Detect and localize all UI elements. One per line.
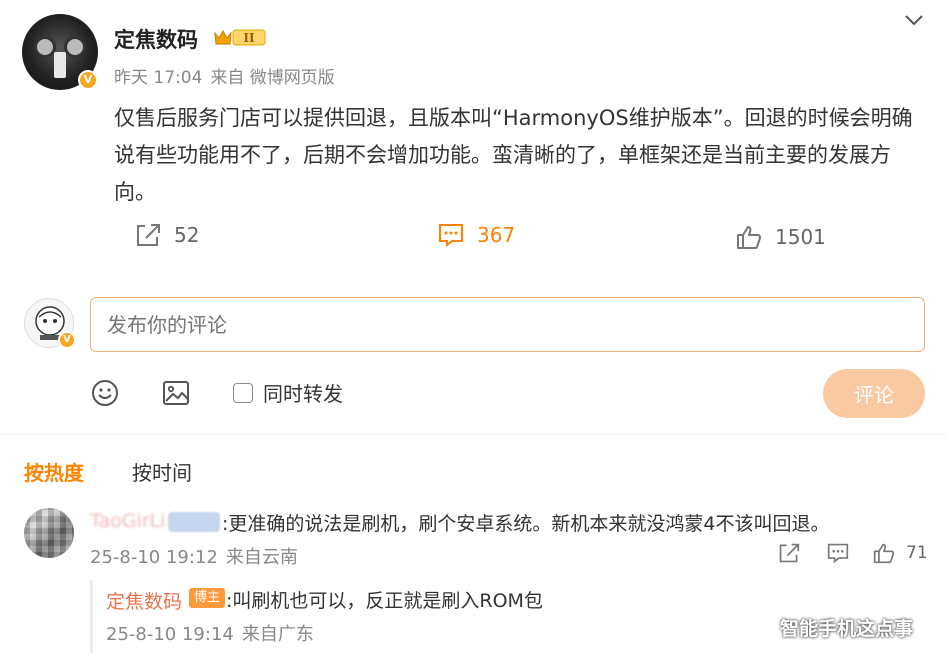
comment-like-button[interactable]: 71 — [872, 542, 928, 564]
comment-share-icon[interactable] — [777, 542, 801, 564]
verified-badge: V — [78, 70, 98, 90]
like-count: 1501 — [775, 225, 826, 249]
repost-checkbox[interactable] — [233, 382, 253, 403]
submit-comment-button[interactable]: 评论 — [823, 369, 925, 418]
comment-button[interactable]: 367 — [437, 222, 515, 248]
comment-like-count: 71 — [906, 543, 928, 563]
rank-badge-label: II — [243, 31, 255, 45]
repost-label: 同时转发 — [263, 382, 343, 406]
comment-date: 25-8-10 19:12 — [90, 547, 218, 568]
reply-date: 25-8-10 19:14 — [106, 624, 234, 645]
comment-location: 来自云南 — [225, 547, 298, 568]
commenter-badge — [168, 512, 220, 532]
divider — [0, 434, 946, 435]
share-icon — [137, 224, 160, 246]
author-name[interactable]: 定焦数码 — [114, 24, 198, 54]
comment-icon — [439, 224, 463, 248]
comment-meta: 25-8-10 19:12 来自云南 — [90, 543, 298, 569]
image-icon[interactable] — [161, 378, 191, 408]
post-meta: 昨天 17:04 来自 微博网页版 — [114, 63, 335, 88]
repost-count: 52 — [174, 223, 200, 247]
comment-reply-icon[interactable] — [826, 542, 850, 564]
post-source: 来自 微博网页版 — [210, 68, 335, 88]
like-icon — [737, 226, 761, 249]
chevron-down-icon[interactable] — [903, 12, 925, 28]
like-button[interactable]: 1501 — [735, 224, 826, 250]
tab-sort-hot[interactable]: 按热度 — [24, 457, 84, 486]
post-time[interactable]: 昨天 17:04 — [114, 68, 202, 88]
comment-count: 367 — [477, 223, 516, 247]
repost-toggle[interactable]: 同时转发 — [233, 378, 343, 407]
commenter-name[interactable]: TaoGirLi — [90, 510, 165, 532]
commenter-avatar[interactable] — [24, 508, 74, 558]
rank-badge-icon[interactable]: II — [212, 27, 268, 47]
post-content: 仅售后服务门店可以提供回退，且版本叫“HarmonyOS维护版本”。回退的时候会… — [114, 106, 913, 204]
watermark: 智能手机这点事 — [780, 618, 914, 640]
reply-author[interactable]: 定焦数码 — [106, 587, 182, 614]
emoji-icon[interactable] — [90, 378, 120, 408]
reply-thread-bar — [90, 580, 93, 653]
my-verified-badge: V — [58, 331, 76, 349]
comment-text: :更准确的说法是刷机，刷个安卓系统。新机本来就没鸿蒙4不该叫回退。 — [222, 513, 830, 535]
tab-sort-time[interactable]: 按时间 — [132, 457, 192, 486]
like-icon — [873, 543, 895, 564]
comment-input[interactable] — [90, 297, 925, 352]
reply-text: :叫刷机也可以，反正就是刷入ROM包 — [226, 590, 543, 612]
reply-location: 来自广东 — [241, 624, 314, 645]
reply-meta: 25-8-10 19:14 来自广东 — [106, 620, 314, 646]
author-tag: 博主 — [189, 588, 226, 608]
repost-button[interactable]: 52 — [134, 222, 199, 248]
